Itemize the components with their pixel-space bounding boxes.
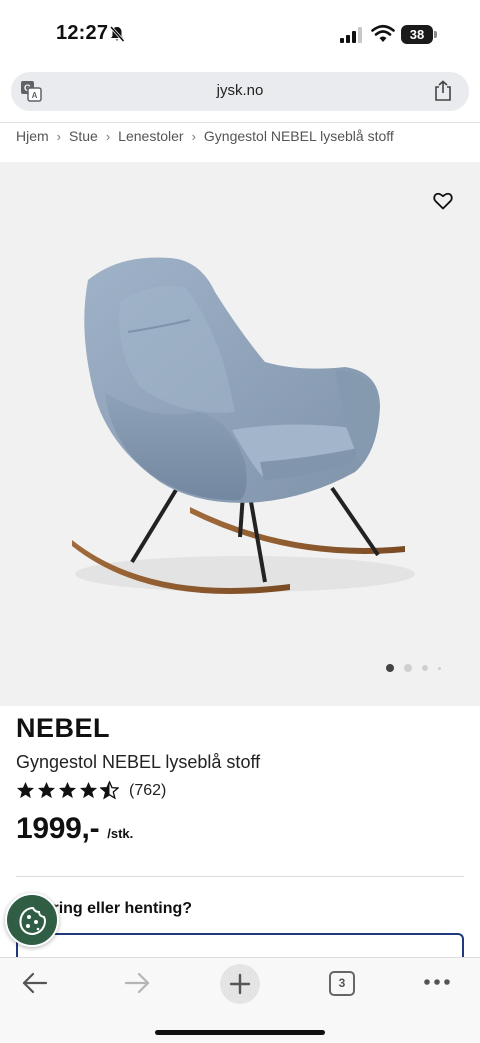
new-tab-button[interactable] — [220, 964, 260, 1004]
home-indicator — [155, 1030, 325, 1035]
breadcrumb-item-stue[interactable]: Stue — [69, 128, 98, 144]
forward-arrow-icon[interactable] — [124, 972, 150, 994]
breadcrumb-item-lenestoler[interactable]: Lenestoler — [118, 128, 183, 144]
star-full-icon — [16, 781, 35, 799]
product-price: 1999,- — [16, 812, 100, 845]
product-title: NEBEL — [16, 713, 111, 743]
back-arrow-icon[interactable] — [22, 972, 48, 994]
browser-toolbar: 3 — [0, 957, 480, 1043]
heart-icon[interactable] — [433, 192, 453, 210]
carousel-dot[interactable] — [438, 666, 441, 670]
header-divider — [0, 122, 480, 123]
breadcrumb-item-hjem[interactable]: Hjem — [16, 128, 49, 144]
bell-muted-icon — [109, 26, 125, 42]
section-divider — [16, 876, 464, 877]
chevron-right-icon: › — [191, 129, 196, 144]
tabs-button[interactable]: 3 — [329, 971, 355, 996]
plus-icon — [229, 973, 251, 995]
url-text[interactable]: jysk.no — [11, 82, 469, 99]
carousel-dot[interactable] — [404, 664, 412, 672]
share-icon[interactable] — [433, 80, 453, 102]
breadcrumb-item-current[interactable]: Gyngestol NEBEL lyseblå stoff — [204, 128, 394, 144]
more-options-icon[interactable] — [423, 978, 451, 986]
star-full-icon — [37, 781, 56, 799]
product-image-gallery[interactable] — [0, 162, 480, 706]
price-row: 1999,- /stk. — [16, 812, 133, 846]
battery-cap — [434, 31, 437, 38]
cookie-settings-button[interactable] — [5, 893, 59, 947]
battery-level: 38 — [401, 25, 433, 44]
product-description: Gyngestol NEBEL lyseblå stoff — [16, 752, 261, 772]
star-full-icon — [79, 781, 98, 799]
carousel-dots — [386, 664, 451, 672]
chevron-right-icon: › — [56, 129, 62, 144]
wifi-icon — [371, 24, 395, 42]
star-full-icon — [58, 781, 77, 799]
product-rating[interactable]: (762) — [16, 781, 166, 800]
star-half-icon — [100, 781, 119, 800]
cellular-signal-icon — [340, 27, 362, 43]
product-image — [72, 257, 415, 595]
review-count[interactable]: (762) — [129, 782, 166, 800]
breadcrumb: Hjem › Stue › Lenestoler › Gyngestol NEBEL lys… — [16, 128, 394, 144]
carousel-dot[interactable] — [422, 665, 428, 671]
carousel-dot[interactable] — [386, 664, 394, 672]
status-bar: 12:27 38 — [0, 0, 480, 66]
status-time: 12:27 — [56, 22, 109, 44]
address-bar[interactable]: G A jysk.no — [11, 72, 469, 111]
chevron-right-icon: › — [105, 129, 111, 144]
cookie-icon — [19, 906, 46, 936]
price-unit: /stk. — [107, 826, 134, 841]
